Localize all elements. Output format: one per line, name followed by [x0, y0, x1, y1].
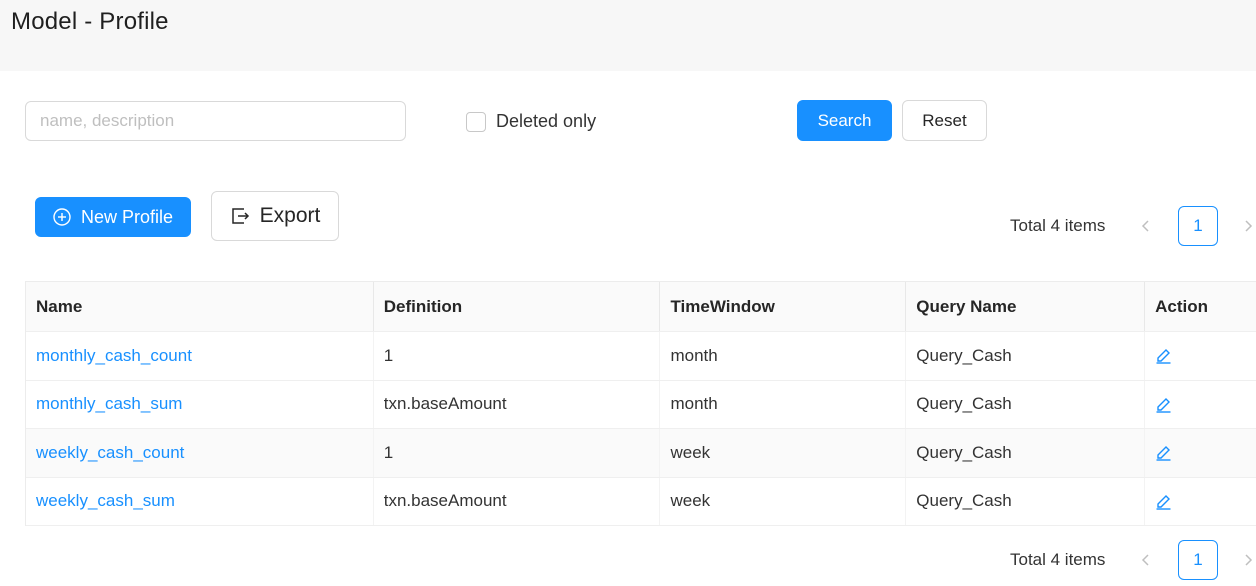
- query-name-cell: Query_Cash: [906, 332, 1146, 380]
- search-input[interactable]: [25, 101, 406, 141]
- table-row: weekly_cash_count 1 week Query_Cash: [26, 429, 1256, 478]
- action-cell: [1145, 381, 1256, 429]
- new-profile-label: New Profile: [80, 206, 174, 227]
- pagination-total: Total 4 items: [1010, 216, 1106, 235]
- profile-name-link[interactable]: weekly_cash_count: [36, 443, 184, 463]
- definition-cell: txn.baseAmount: [374, 477, 661, 525]
- timewindow-cell: month: [660, 380, 907, 428]
- column-header-query-name[interactable]: Query Name: [906, 282, 1146, 331]
- name-cell: weekly_cash_sum: [26, 477, 374, 525]
- definition-cell: 1: [374, 429, 661, 477]
- action-cell: [1145, 332, 1256, 380]
- edit-icon[interactable]: [1155, 347, 1172, 364]
- query-name-cell: Query_Cash: [906, 380, 1146, 428]
- table-row: monthly_cash_count 1 month Query_Cash: [26, 332, 1256, 381]
- pagination-total: Total 4 items: [1010, 550, 1106, 569]
- definition-cell: 1: [374, 332, 661, 380]
- edit-icon[interactable]: [1155, 444, 1172, 461]
- new-profile-button[interactable]: New Profile: [35, 197, 191, 237]
- column-header-timewindow[interactable]: TimeWindow: [660, 282, 907, 331]
- profile-name-link[interactable]: monthly_cash_count: [36, 346, 192, 366]
- timewindow-cell: week: [660, 429, 907, 477]
- chevron-left-icon[interactable]: [1135, 219, 1157, 233]
- table-row: monthly_cash_sum txn.baseAmount month Qu…: [26, 380, 1256, 429]
- profile-table: Name Definition TimeWindow Query Name Ac…: [25, 281, 1256, 526]
- definition-cell: txn.baseAmount: [374, 380, 661, 428]
- chevron-right-icon[interactable]: [1237, 553, 1256, 567]
- deleted-only-checkbox[interactable]: Deleted only: [466, 111, 596, 132]
- edit-icon[interactable]: [1155, 493, 1172, 510]
- pagination-bottom: Total 4 items 1: [1010, 540, 1256, 580]
- column-header-action: Action: [1155, 296, 1208, 316]
- timewindow-cell: week: [660, 477, 907, 525]
- search-button[interactable]: Search: [797, 100, 892, 141]
- export-label: Export: [259, 204, 321, 227]
- profile-name-link[interactable]: monthly_cash_sum: [36, 394, 182, 414]
- pagination-top: Total 4 items 1: [1010, 206, 1256, 246]
- checkbox-box[interactable]: [466, 111, 486, 132]
- plus-circle-icon: [53, 208, 71, 226]
- page-title: Model - Profile: [11, 8, 169, 35]
- pagination-page[interactable]: 1: [1178, 206, 1218, 246]
- deleted-only-label: Deleted only: [496, 111, 597, 131]
- timewindow-cell: month: [660, 332, 907, 380]
- reset-button-label: Reset: [922, 110, 967, 130]
- table-row: weekly_cash_sum txn.baseAmount week Quer…: [26, 477, 1256, 526]
- name-cell: weekly_cash_count: [26, 429, 374, 477]
- name-cell: monthly_cash_count: [26, 332, 374, 380]
- column-header-definition[interactable]: Definition: [374, 282, 661, 331]
- chevron-right-icon[interactable]: [1237, 219, 1256, 233]
- action-cell: [1145, 429, 1256, 477]
- action-cell: [1145, 478, 1256, 526]
- export-icon: [230, 206, 250, 226]
- table-header-row: Name Definition TimeWindow Query Name Ac…: [26, 282, 1256, 332]
- page-header: Model - Profile: [0, 0, 1256, 71]
- reset-button[interactable]: Reset: [902, 100, 987, 141]
- name-cell: monthly_cash_sum: [26, 380, 374, 428]
- edit-icon[interactable]: [1155, 396, 1172, 413]
- profile-name-link[interactable]: weekly_cash_sum: [36, 491, 175, 511]
- column-header-name[interactable]: Name: [26, 282, 374, 331]
- query-name-cell: Query_Cash: [906, 429, 1146, 477]
- export-button[interactable]: Export: [211, 191, 339, 241]
- chevron-left-icon[interactable]: [1135, 553, 1157, 567]
- pagination-page[interactable]: 1: [1178, 540, 1218, 580]
- search-button-label: Search: [817, 110, 872, 130]
- query-name-cell: Query_Cash: [906, 477, 1146, 525]
